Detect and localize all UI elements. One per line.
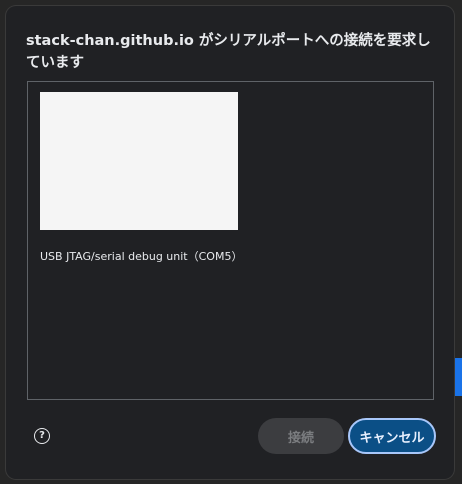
serial-port-dialog: stack-chan.github.io がシリアルポートへの接続を要求していま… [6,6,454,479]
connect-button[interactable]: 接続 [258,418,344,454]
device-label: USB JTAG/serial debug unit（COM5） [40,250,243,263]
help-icon[interactable]: ? [34,428,50,444]
dialog-title: stack-chan.github.io がシリアルポートへの接続を要求していま… [26,33,431,71]
device-list[interactable]: USB JTAG/serial debug unit（COM5） [27,81,434,400]
page-background-accent [455,358,462,396]
device-item[interactable]: USB JTAG/serial debug unit（COM5） [28,82,433,267]
cancel-button[interactable]: キャンセル [348,418,436,454]
device-preview [40,92,238,230]
